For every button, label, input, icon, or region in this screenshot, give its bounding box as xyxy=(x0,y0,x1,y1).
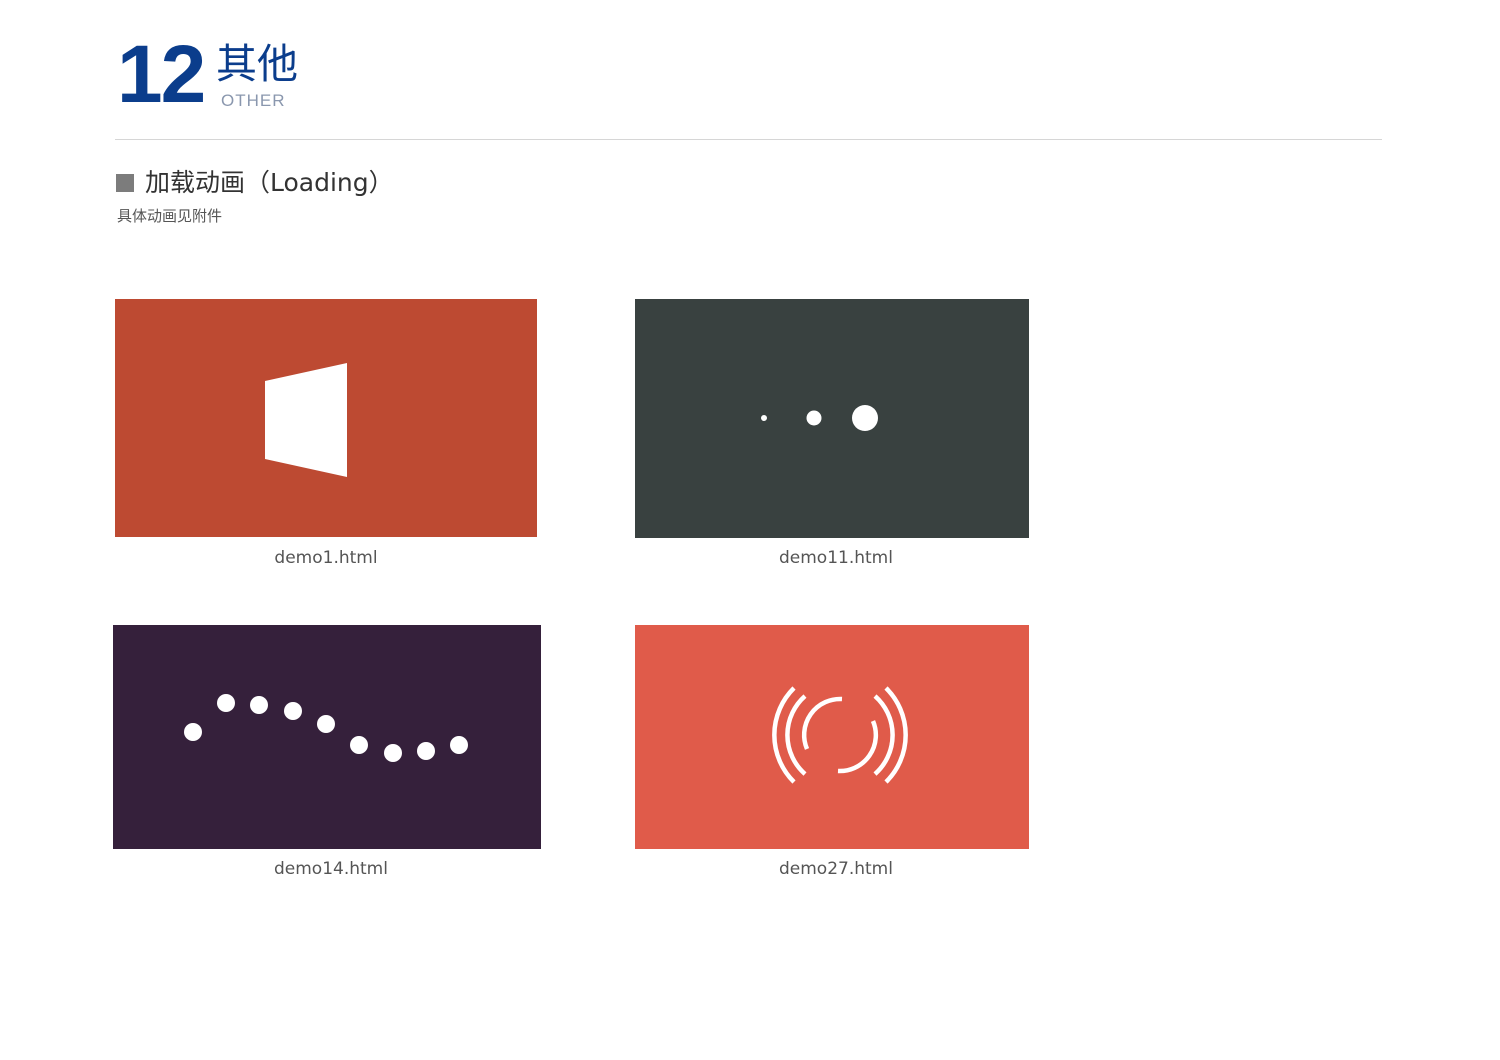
demo-card-2[interactable] xyxy=(635,299,1029,538)
demo-card-3[interactable] xyxy=(113,625,541,849)
demo-caption-4[interactable]: demo27.html xyxy=(635,859,1037,879)
demo-card-4[interactable] xyxy=(635,625,1029,849)
demo-caption-3[interactable]: demo14.html xyxy=(113,859,549,879)
section-subtitle: OTHER xyxy=(221,91,286,110)
subsection-note: 具体动画见附件 xyxy=(117,207,223,225)
wave-dots-icon xyxy=(184,694,468,762)
section-divider xyxy=(115,139,1382,140)
growing-dots-icon xyxy=(761,405,878,431)
arc-rings-icon xyxy=(772,686,908,784)
demo-caption-1[interactable]: demo1.html xyxy=(115,548,537,568)
folding-panel-icon xyxy=(265,363,347,477)
demo-card-1[interactable] xyxy=(115,299,537,537)
section-title: 其他 xyxy=(216,40,298,88)
section-number: 12 xyxy=(117,29,206,120)
demo-caption-2[interactable]: demo11.html xyxy=(635,548,1037,568)
square-bullet-icon xyxy=(116,174,134,192)
subsection-heading: 加载动画（Loading） xyxy=(145,168,394,197)
